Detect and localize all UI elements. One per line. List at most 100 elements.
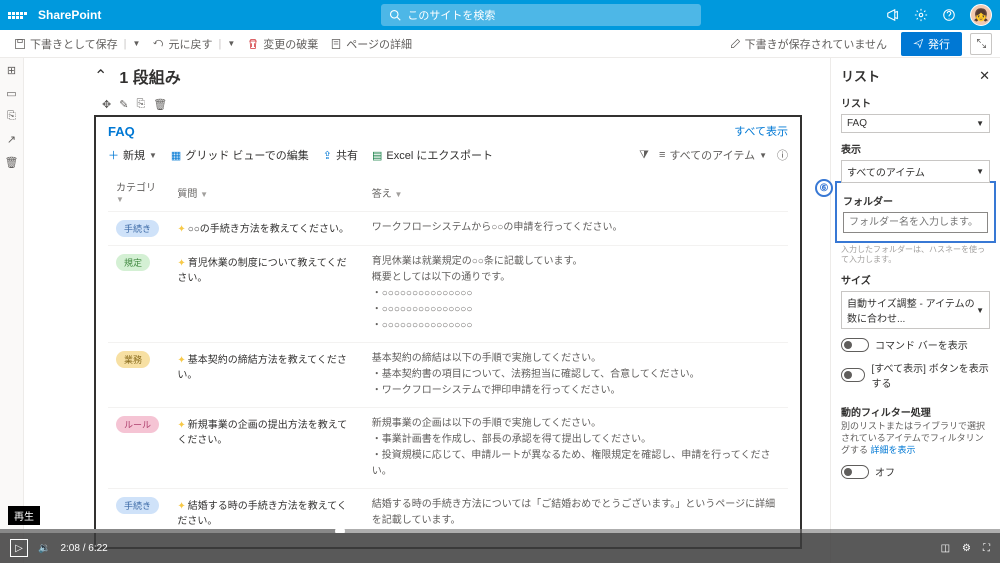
question-text: 結婚する時の手続き方法を教えてください。 xyxy=(177,501,347,527)
folder-hint: 入力したフォルダーは、ハスネーを使って入力します。 xyxy=(841,245,990,264)
undo-icon xyxy=(152,38,164,50)
page-details-button[interactable]: ページの詳細 xyxy=(324,36,418,52)
search-placeholder: このサイトを検索 xyxy=(407,7,495,23)
question-text: 基本契約の締結方法を教えてください。 xyxy=(177,355,347,381)
save-draft-button[interactable]: 下書きとして保存 |▼ xyxy=(8,36,146,52)
left-rail: ⊞ ▭ ⎘ ↗ 🗑 xyxy=(0,58,24,563)
category-badge: 規定 xyxy=(116,254,150,271)
video-controls: ▷ 🔉 2:08 / 6:22 ◫ ⚙ ⛶ xyxy=(0,533,1000,563)
toggle-showall[interactable]: [すべて表示] ボタンを表示する xyxy=(841,360,990,390)
dynfilter-link[interactable]: 詳細を表示 xyxy=(871,445,916,455)
new-button[interactable]: ＋新規▼ xyxy=(108,147,157,163)
section-header: ⌃ 1 段組み xyxy=(94,64,802,88)
toggle-cmdbar[interactable]: コマンド バーを表示 xyxy=(841,337,990,352)
folder-highlight: ⑥ フォルダー xyxy=(835,181,996,243)
section-title: 1 段組み xyxy=(119,64,180,88)
expand-button[interactable] xyxy=(970,33,992,55)
undo-button[interactable]: 元に戻す |▼ xyxy=(146,36,241,52)
col-question[interactable]: 質問 ▼ xyxy=(169,173,363,212)
add-section-icon[interactable]: ⊞ xyxy=(7,64,16,77)
settings-icon[interactable] xyxy=(914,8,928,22)
save-icon xyxy=(14,38,26,50)
size-label: サイズ xyxy=(841,272,990,287)
category-badge: ルール xyxy=(116,416,159,433)
question-text: 新規事業の企画の提出方法を教えてください。 xyxy=(177,420,347,446)
star-icon: ✦ xyxy=(177,501,185,512)
callout-badge: ⑥ xyxy=(815,179,833,197)
app-launcher-icon[interactable] xyxy=(8,12,28,19)
pane-title: リスト✕ xyxy=(841,66,990,85)
volume-icon[interactable]: 🔉 xyxy=(38,543,50,554)
play-button[interactable]: ▷ xyxy=(10,539,28,557)
share-button[interactable]: ⇪共有 xyxy=(323,147,358,163)
question-text: 育児休業の制度について教えてください。 xyxy=(177,258,346,284)
page-canvas: ⌃ 1 段組み ✥ ✎ ⎘ 🗑 FAQ すべて表示 ＋新規▼ ▦グリッド ビュー… xyxy=(24,58,830,563)
table-row[interactable]: ルール✦新規事業の企画の提出方法を教えてください。新規事業の企画は以下の手順で実… xyxy=(108,408,788,489)
details-icon xyxy=(330,38,342,50)
fullscreen-icon[interactable]: ⛶ xyxy=(983,543,990,554)
star-icon: ✦ xyxy=(177,258,185,269)
view-select[interactable]: すべてのアイテム▼ xyxy=(841,160,990,183)
star-icon: ✦ xyxy=(177,355,185,366)
help-icon[interactable] xyxy=(942,8,956,22)
filter-icon[interactable]: ⧩ xyxy=(639,149,649,162)
copy-icon[interactable]: ⎘ xyxy=(7,110,16,123)
col-answer[interactable]: 答え ▼ xyxy=(364,173,788,212)
faq-table: カテゴリ ▼ 質問 ▼ 答え ▼ 手続き✦○○の手続き方法を教えてください。ワー… xyxy=(108,173,788,537)
list-label: リスト xyxy=(841,95,990,110)
link-icon[interactable]: ↗ xyxy=(7,133,16,146)
faq-webpart-selected[interactable]: FAQ すべて表示 ＋新規▼ ▦グリッド ビューでの編集 ⇪共有 ▤Excel … xyxy=(94,115,802,549)
answer-text: 育児休業は就業規定の○○条に記載しています。概要としては以下の通りです。・○○○… xyxy=(364,246,788,343)
app-name: SharePoint xyxy=(38,8,101,22)
table-row[interactable]: 手続き ✦○○の手続き方法を教えてください。 ワークフローシステムから○○の申請を行… xyxy=(108,212,788,246)
view-selector[interactable]: ≡すべてのアイテム▼ xyxy=(659,147,767,163)
excel-export-button[interactable]: ▤Excel にエクスポート xyxy=(372,147,493,163)
category-badge: 手続き xyxy=(116,220,159,237)
pencil-icon xyxy=(730,38,741,49)
show-all-link[interactable]: すべて表示 xyxy=(734,123,788,139)
move-icon[interactable]: ✥ xyxy=(102,98,111,111)
suite-header: SharePoint このサイトを検索 👧 xyxy=(0,0,1000,30)
size-select[interactable]: 自動サイズ調整 - アイテムの数に合わせ...▼ xyxy=(841,291,990,329)
publish-button[interactable]: 発行 xyxy=(901,32,962,56)
star-icon: ✦ xyxy=(177,420,185,431)
answer-text: 基本契約の締結は以下の手順で実施してください。・基本契約書の項目について、法務担… xyxy=(364,343,788,408)
publish-icon xyxy=(913,38,924,49)
page-command-bar: 下書きとして保存 |▼ 元に戻す |▼ 変更の破棄 ページの詳細 下書きが保存さ… xyxy=(0,30,1000,58)
collapse-icon[interactable]: ⌃ xyxy=(94,66,107,86)
duplicate-icon[interactable]: ⎘ xyxy=(136,98,145,111)
star-icon: ✦ xyxy=(177,224,185,235)
megaphone-icon[interactable] xyxy=(886,8,900,22)
video-time: 2:08 / 6:22 xyxy=(60,543,107,554)
user-avatar[interactable]: 👧 xyxy=(970,4,992,26)
table-row[interactable]: 業務 ✦基本契約の締結方法を教えてください。基本契約の締結は以下の手順で実施してく… xyxy=(108,343,788,408)
trash-icon[interactable]: 🗑 xyxy=(153,98,167,111)
answer-text: ワークフローシステムから○○の申請を行ってください。 xyxy=(364,212,788,246)
list-select[interactable]: FAQ▼ xyxy=(841,114,990,133)
search-input[interactable]: このサイトを検索 xyxy=(381,4,701,26)
info-icon[interactable]: ⓘ xyxy=(777,147,788,163)
discard-button[interactable]: 変更の破棄 xyxy=(241,36,324,52)
layout-icon[interactable]: ▭ xyxy=(6,87,16,100)
folder-input[interactable] xyxy=(843,212,988,233)
table-row[interactable]: 規定 ✦育児休業の制度について教えてください。育児休業は就業規定の○○条に記載して… xyxy=(108,246,788,343)
edit-icon[interactable]: ✎ xyxy=(119,98,128,111)
category-badge: 業務 xyxy=(116,351,150,368)
col-category[interactable]: カテゴリ ▼ xyxy=(108,173,169,212)
delete-icon[interactable]: 🗑 xyxy=(5,156,19,169)
settings-video-icon[interactable]: ⚙ xyxy=(962,543,971,554)
toggle-dynfilter[interactable]: オフ xyxy=(841,464,990,479)
property-pane: リスト✕ リスト FAQ▼ 表示 すべてのアイテム▼ ⑥ フォルダー 入力したフ… xyxy=(830,58,1000,563)
question-text: ○○の手続き方法を教えてください。 xyxy=(188,224,349,235)
webpart-toolbar: ✥ ✎ ⎘ 🗑 xyxy=(94,94,175,115)
cc-icon[interactable]: ◫ xyxy=(941,543,950,554)
video-play-label: 再生 xyxy=(8,506,40,525)
dynfilter-desc: 別のリストまたはライブラリで選択されているアイテムでフィルタリングする 詳細を表… xyxy=(841,421,990,456)
category-badge: 手続き xyxy=(116,497,159,514)
close-icon[interactable]: ✕ xyxy=(979,68,990,84)
unsaved-indicator: 下書きが保存されていません xyxy=(724,36,893,52)
grid-edit-button[interactable]: ▦グリッド ビューでの編集 xyxy=(171,147,309,163)
dynfilter-heading: 動的フィルター処理 xyxy=(841,404,990,419)
list-command-bar: ＋新規▼ ▦グリッド ビューでの編集 ⇪共有 ▤Excel にエクスポート ⧩ … xyxy=(108,147,788,163)
expand-icon xyxy=(976,38,987,49)
